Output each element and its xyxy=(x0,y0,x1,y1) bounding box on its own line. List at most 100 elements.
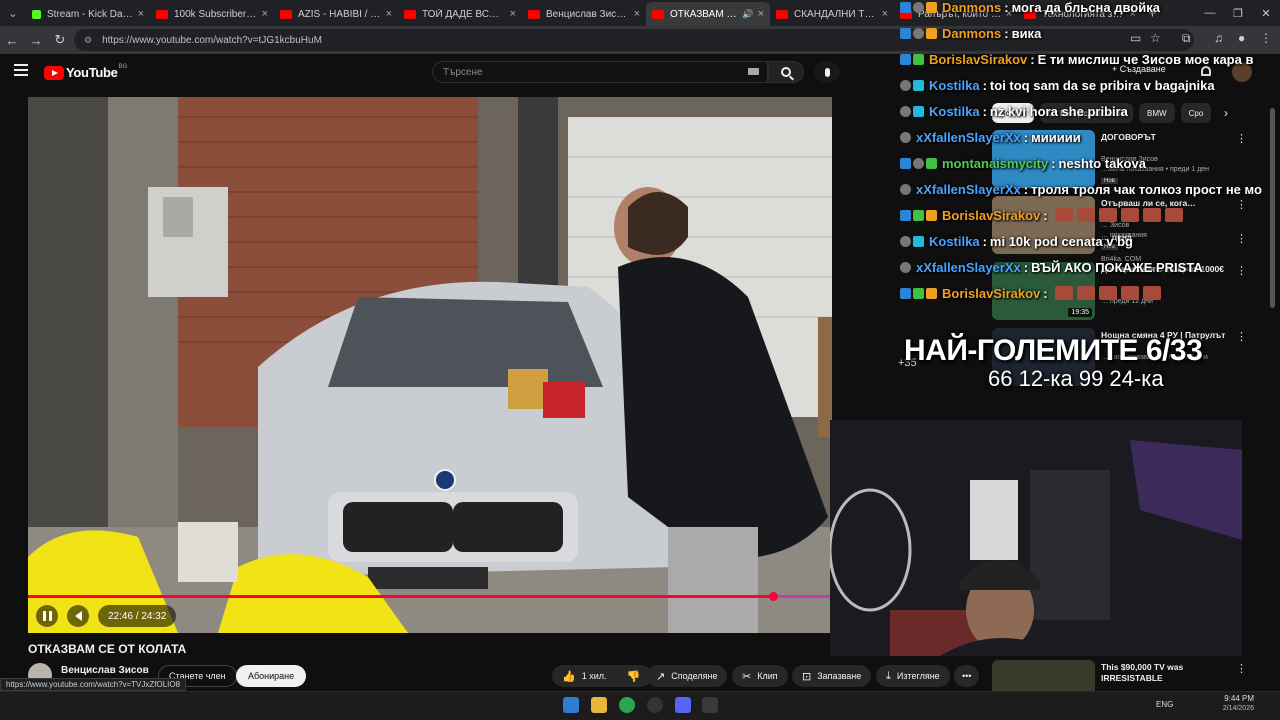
chat-text: neshto takova xyxy=(1058,155,1146,171)
site-info-icon[interactable]: ⚙ xyxy=(84,35,92,46)
chat-separator: : xyxy=(1051,155,1056,171)
youtube-favicon-icon xyxy=(528,9,540,19)
chat-message: Danmons: могa да бльсна двойка xyxy=(900,0,1280,20)
chat-text: nz kvi hora she pribira xyxy=(989,103,1128,119)
discord-icon[interactable] xyxy=(675,697,691,713)
chat-emote-icon xyxy=(1054,286,1073,300)
chat-badge-icon xyxy=(900,131,911,143)
browser-tab[interactable]: ТОЙ ДАДЕ ВСИЧКИТЕ × xyxy=(398,2,522,26)
youtube-logo[interactable]: YouTube BG xyxy=(44,63,128,80)
save-button[interactable]: ⊡ Запазване xyxy=(792,665,872,687)
pause-icon xyxy=(42,611,46,621)
browser-tab[interactable]: AZIS - HABIBI / АЗИС - × xyxy=(274,2,398,26)
browser-tab[interactable]: Венцислав Зисов - You × xyxy=(522,2,646,26)
chat-badge-icon xyxy=(900,79,911,91)
chat-separator: : xyxy=(982,103,987,119)
chat-emote-icon xyxy=(1164,208,1183,222)
pause-button[interactable] xyxy=(36,605,58,627)
browser-tab[interactable]: ОТКАЗВАМ СЕ ОТ К🔊 × xyxy=(646,2,770,26)
chat-badge-icon xyxy=(900,235,911,247)
search-button[interactable] xyxy=(768,61,804,83)
chat-separator: : xyxy=(1023,129,1029,145)
chat-separator: : xyxy=(1043,207,1048,223)
tab-close-icon[interactable]: × xyxy=(882,8,888,20)
file-explorer-icon[interactable] xyxy=(591,697,607,713)
video-progress-bar[interactable] xyxy=(28,592,832,601)
browser-tab[interactable]: 100k Subscriber Special × xyxy=(150,2,274,26)
thumbs-down-icon[interactable]: 👎 xyxy=(627,670,641,683)
reload-icon[interactable]: ↻ xyxy=(48,32,72,48)
download-button[interactable]: ⤓ Изтегляне xyxy=(876,665,950,687)
volume-button[interactable] xyxy=(67,605,89,627)
back-arrow-icon[interactable]: ← xyxy=(0,33,24,48)
more-options-icon[interactable]: ⋮ xyxy=(1236,662,1247,675)
windows-taskbar xyxy=(0,691,1280,720)
youtube-favicon-icon xyxy=(652,9,664,19)
input-language[interactable]: ENG xyxy=(1156,700,1173,709)
tab-close-icon[interactable]: × xyxy=(138,8,144,20)
keyboard-icon[interactable] xyxy=(748,68,759,75)
chat-emote-icon xyxy=(1098,208,1117,222)
chat-message: Kostilka: nz kvi hora she pribira xyxy=(900,98,1280,124)
youtube-favicon-icon xyxy=(776,9,788,19)
tab-close-icon[interactable]: × xyxy=(758,8,764,20)
suggested-video-title[interactable]: This $90,000 TV was IRRESISTABLE xyxy=(1101,662,1235,684)
chat-badge-icon xyxy=(900,157,911,169)
chrome-icon[interactable] xyxy=(619,697,635,713)
chat-message: BorislavSirakov: xyxy=(900,202,1280,228)
channel-name[interactable]: Венцислав Зисов xyxy=(61,665,149,676)
bookmark-icon: ⊡ xyxy=(802,670,812,683)
more-options-icon[interactable]: ⋮ xyxy=(1236,330,1247,343)
chat-separator: : xyxy=(1004,25,1009,41)
forward-arrow-icon[interactable]: → xyxy=(24,33,48,48)
country-code: BG xyxy=(118,63,128,70)
chat-badge-icon xyxy=(913,79,924,91)
chat-username: xXfallenSlayerXx xyxy=(916,129,1021,145)
thumbs-up-icon[interactable]: 👍 xyxy=(562,670,576,683)
chat-badge-icon xyxy=(926,287,937,299)
windows-start-icon[interactable] xyxy=(563,697,579,713)
tab-audio-icon[interactable]: 🔊 xyxy=(742,9,753,20)
overlay-counter-title: НАЙ-ГОЛЕМИТЕ 6/33 xyxy=(904,334,1203,367)
obs-icon[interactable] xyxy=(647,697,663,713)
clip-label: Клип xyxy=(757,671,778,681)
more-actions-button[interactable]: ••• xyxy=(954,665,980,687)
voice-search-button[interactable] xyxy=(814,61,840,83)
tab-search-chevron-icon[interactable]: ⌄ xyxy=(0,0,26,26)
video-player[interactable] xyxy=(28,97,832,633)
share-button[interactable]: ↗ Споделяне xyxy=(646,665,728,687)
chat-emote-icon xyxy=(1076,208,1095,222)
download-icon: ⤓ xyxy=(886,669,891,682)
tab-close-icon[interactable]: × xyxy=(262,8,268,20)
search-input[interactable]: Търсене xyxy=(432,61,768,83)
tab-close-icon[interactable]: × xyxy=(510,8,516,20)
overlay-counter-subtitle: 66 12-ка 99 24-ка xyxy=(988,366,1164,391)
tab-close-icon[interactable]: × xyxy=(634,8,640,20)
clip-button[interactable]: ✂ Клип xyxy=(732,665,788,687)
tab-title: Венцислав Зисов - You xyxy=(546,8,630,20)
chat-badge-icon xyxy=(913,1,924,13)
chat-username: xXfallenSlayerXx xyxy=(916,181,1021,197)
chat-badge-icon xyxy=(926,27,937,39)
clock-date[interactable]: 2/14/2026 xyxy=(1216,705,1254,712)
video-duration: 19:35 xyxy=(1068,308,1092,317)
tab-title: СКАНДАЛНИ ТИНДЪР xyxy=(794,8,878,20)
browser-tab[interactable]: СКАНДАЛНИ ТИНДЪР × xyxy=(770,2,894,26)
hamburger-menu-icon[interactable] xyxy=(14,64,28,76)
subscribe-button[interactable]: Абониране xyxy=(236,665,307,687)
chat-text: ВЪЙ АКО ПОКАЖЕ PRISTA xyxy=(1031,259,1203,275)
chat-badge-icon xyxy=(900,53,911,65)
youtube-favicon-icon xyxy=(404,9,416,19)
share-icon: ↗ xyxy=(656,670,666,683)
clock-time[interactable]: 9:44 PM xyxy=(1216,694,1254,704)
chat-badge-icon xyxy=(900,287,911,299)
browser-tab[interactable]: Stream - Kick Dashboar × xyxy=(26,2,150,26)
like-count[interactable]: 1 хил. xyxy=(582,671,607,681)
tab-close-icon[interactable]: × xyxy=(386,8,392,20)
chat-username: Danmons xyxy=(942,0,1002,15)
chat-badge-icon xyxy=(913,287,924,299)
chat-username: BorislavSirakov xyxy=(942,207,1041,223)
chat-username: Danmons xyxy=(942,25,1002,41)
terminal-icon[interactable] xyxy=(702,697,718,713)
chat-message: Kostilka: mi 10k pod cenata v bg xyxy=(900,228,1280,254)
